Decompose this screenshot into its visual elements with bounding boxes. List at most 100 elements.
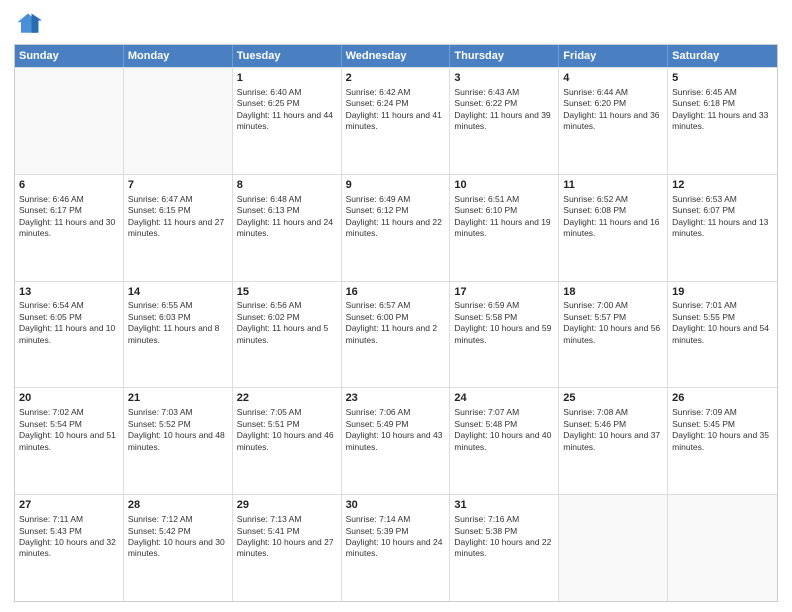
cell-info: Sunrise: 6:56 AM Sunset: 6:02 PM Dayligh… [237,300,337,346]
cell-info: Sunrise: 7:03 AM Sunset: 5:52 PM Dayligh… [128,407,228,453]
cell-day-number: 15 [237,285,337,300]
cal-cell: 11Sunrise: 6:52 AM Sunset: 6:08 PM Dayli… [559,175,668,281]
week-row-4: 20Sunrise: 7:02 AM Sunset: 5:54 PM Dayli… [15,387,777,494]
cell-info: Sunrise: 6:57 AM Sunset: 6:00 PM Dayligh… [346,300,446,346]
cal-cell: 26Sunrise: 7:09 AM Sunset: 5:45 PM Dayli… [668,388,777,494]
cell-info: Sunrise: 7:14 AM Sunset: 5:39 PM Dayligh… [346,514,446,560]
cal-cell: 24Sunrise: 7:07 AM Sunset: 5:48 PM Dayli… [450,388,559,494]
cell-info: Sunrise: 6:49 AM Sunset: 6:12 PM Dayligh… [346,194,446,240]
cell-day-number: 30 [346,498,446,513]
cell-day-number: 7 [128,178,228,193]
cell-info: Sunrise: 7:02 AM Sunset: 5:54 PM Dayligh… [19,407,119,453]
cell-info: Sunrise: 6:45 AM Sunset: 6:18 PM Dayligh… [672,87,773,133]
cell-info: Sunrise: 6:54 AM Sunset: 6:05 PM Dayligh… [19,300,119,346]
cal-cell: 12Sunrise: 6:53 AM Sunset: 6:07 PM Dayli… [668,175,777,281]
cell-info: Sunrise: 7:16 AM Sunset: 5:38 PM Dayligh… [454,514,554,560]
cal-cell: 10Sunrise: 6:51 AM Sunset: 6:10 PM Dayli… [450,175,559,281]
cell-day-number: 10 [454,178,554,193]
day-header-thursday: Thursday [450,45,559,67]
day-header-wednesday: Wednesday [342,45,451,67]
cal-cell: 8Sunrise: 6:48 AM Sunset: 6:13 PM Daylig… [233,175,342,281]
cal-cell: 19Sunrise: 7:01 AM Sunset: 5:55 PM Dayli… [668,282,777,388]
cal-cell [124,68,233,174]
cell-day-number: 14 [128,285,228,300]
cell-day-number: 21 [128,391,228,406]
cal-cell: 28Sunrise: 7:12 AM Sunset: 5:42 PM Dayli… [124,495,233,601]
cal-cell [668,495,777,601]
cell-info: Sunrise: 6:51 AM Sunset: 6:10 PM Dayligh… [454,194,554,240]
cell-day-number: 13 [19,285,119,300]
day-header-saturday: Saturday [668,45,777,67]
cell-info: Sunrise: 6:40 AM Sunset: 6:25 PM Dayligh… [237,87,337,133]
cell-day-number: 17 [454,285,554,300]
cell-day-number: 1 [237,71,337,86]
cell-day-number: 9 [346,178,446,193]
cell-info: Sunrise: 6:46 AM Sunset: 6:17 PM Dayligh… [19,194,119,240]
week-row-1: 1Sunrise: 6:40 AM Sunset: 6:25 PM Daylig… [15,67,777,174]
day-header-friday: Friday [559,45,668,67]
cal-cell: 2Sunrise: 6:42 AM Sunset: 6:24 PM Daylig… [342,68,451,174]
cal-cell: 22Sunrise: 7:05 AM Sunset: 5:51 PM Dayli… [233,388,342,494]
cal-cell: 15Sunrise: 6:56 AM Sunset: 6:02 PM Dayli… [233,282,342,388]
cal-cell: 6Sunrise: 6:46 AM Sunset: 6:17 PM Daylig… [15,175,124,281]
cal-cell: 29Sunrise: 7:13 AM Sunset: 5:41 PM Dayli… [233,495,342,601]
week-row-2: 6Sunrise: 6:46 AM Sunset: 6:17 PM Daylig… [15,174,777,281]
day-header-monday: Monday [124,45,233,67]
day-header-sunday: Sunday [15,45,124,67]
cell-info: Sunrise: 7:07 AM Sunset: 5:48 PM Dayligh… [454,407,554,453]
cal-cell: 3Sunrise: 6:43 AM Sunset: 6:22 PM Daylig… [450,68,559,174]
cal-cell [559,495,668,601]
cell-info: Sunrise: 7:11 AM Sunset: 5:43 PM Dayligh… [19,514,119,560]
cell-info: Sunrise: 6:52 AM Sunset: 6:08 PM Dayligh… [563,194,663,240]
cell-info: Sunrise: 6:48 AM Sunset: 6:13 PM Dayligh… [237,194,337,240]
week-row-3: 13Sunrise: 6:54 AM Sunset: 6:05 PM Dayli… [15,281,777,388]
cell-day-number: 26 [672,391,773,406]
cell-info: Sunrise: 7:12 AM Sunset: 5:42 PM Dayligh… [128,514,228,560]
cal-cell: 16Sunrise: 6:57 AM Sunset: 6:00 PM Dayli… [342,282,451,388]
cell-day-number: 6 [19,178,119,193]
cell-info: Sunrise: 6:43 AM Sunset: 6:22 PM Dayligh… [454,87,554,133]
logo-icon [14,10,42,38]
cell-day-number: 12 [672,178,773,193]
calendar-body: 1Sunrise: 6:40 AM Sunset: 6:25 PM Daylig… [15,67,777,601]
cal-cell: 21Sunrise: 7:03 AM Sunset: 5:52 PM Dayli… [124,388,233,494]
cell-info: Sunrise: 6:42 AM Sunset: 6:24 PM Dayligh… [346,87,446,133]
header [14,10,778,38]
cell-day-number: 3 [454,71,554,86]
cal-cell: 7Sunrise: 6:47 AM Sunset: 6:15 PM Daylig… [124,175,233,281]
cal-cell: 31Sunrise: 7:16 AM Sunset: 5:38 PM Dayli… [450,495,559,601]
cal-cell: 1Sunrise: 6:40 AM Sunset: 6:25 PM Daylig… [233,68,342,174]
cell-info: Sunrise: 6:55 AM Sunset: 6:03 PM Dayligh… [128,300,228,346]
cell-day-number: 29 [237,498,337,513]
cal-cell: 20Sunrise: 7:02 AM Sunset: 5:54 PM Dayli… [15,388,124,494]
cell-day-number: 4 [563,71,663,86]
cell-day-number: 18 [563,285,663,300]
cell-info: Sunrise: 6:47 AM Sunset: 6:15 PM Dayligh… [128,194,228,240]
cal-cell: 9Sunrise: 6:49 AM Sunset: 6:12 PM Daylig… [342,175,451,281]
cell-info: Sunrise: 6:44 AM Sunset: 6:20 PM Dayligh… [563,87,663,133]
cell-info: Sunrise: 7:13 AM Sunset: 5:41 PM Dayligh… [237,514,337,560]
cal-cell: 30Sunrise: 7:14 AM Sunset: 5:39 PM Dayli… [342,495,451,601]
cell-day-number: 23 [346,391,446,406]
cal-cell: 14Sunrise: 6:55 AM Sunset: 6:03 PM Dayli… [124,282,233,388]
cal-cell: 13Sunrise: 6:54 AM Sunset: 6:05 PM Dayli… [15,282,124,388]
calendar: SundayMondayTuesdayWednesdayThursdayFrid… [14,44,778,602]
cal-cell: 17Sunrise: 6:59 AM Sunset: 5:58 PM Dayli… [450,282,559,388]
week-row-5: 27Sunrise: 7:11 AM Sunset: 5:43 PM Dayli… [15,494,777,601]
cal-cell: 25Sunrise: 7:08 AM Sunset: 5:46 PM Dayli… [559,388,668,494]
cell-info: Sunrise: 7:08 AM Sunset: 5:46 PM Dayligh… [563,407,663,453]
cell-day-number: 31 [454,498,554,513]
page: SundayMondayTuesdayWednesdayThursdayFrid… [0,0,792,612]
cell-day-number: 5 [672,71,773,86]
cell-info: Sunrise: 7:00 AM Sunset: 5:57 PM Dayligh… [563,300,663,346]
cell-day-number: 27 [19,498,119,513]
calendar-header-row: SundayMondayTuesdayWednesdayThursdayFrid… [15,45,777,67]
cell-day-number: 28 [128,498,228,513]
cell-info: Sunrise: 6:53 AM Sunset: 6:07 PM Dayligh… [672,194,773,240]
cal-cell: 4Sunrise: 6:44 AM Sunset: 6:20 PM Daylig… [559,68,668,174]
cell-day-number: 25 [563,391,663,406]
cell-day-number: 22 [237,391,337,406]
cell-day-number: 20 [19,391,119,406]
cal-cell [15,68,124,174]
cell-info: Sunrise: 7:01 AM Sunset: 5:55 PM Dayligh… [672,300,773,346]
